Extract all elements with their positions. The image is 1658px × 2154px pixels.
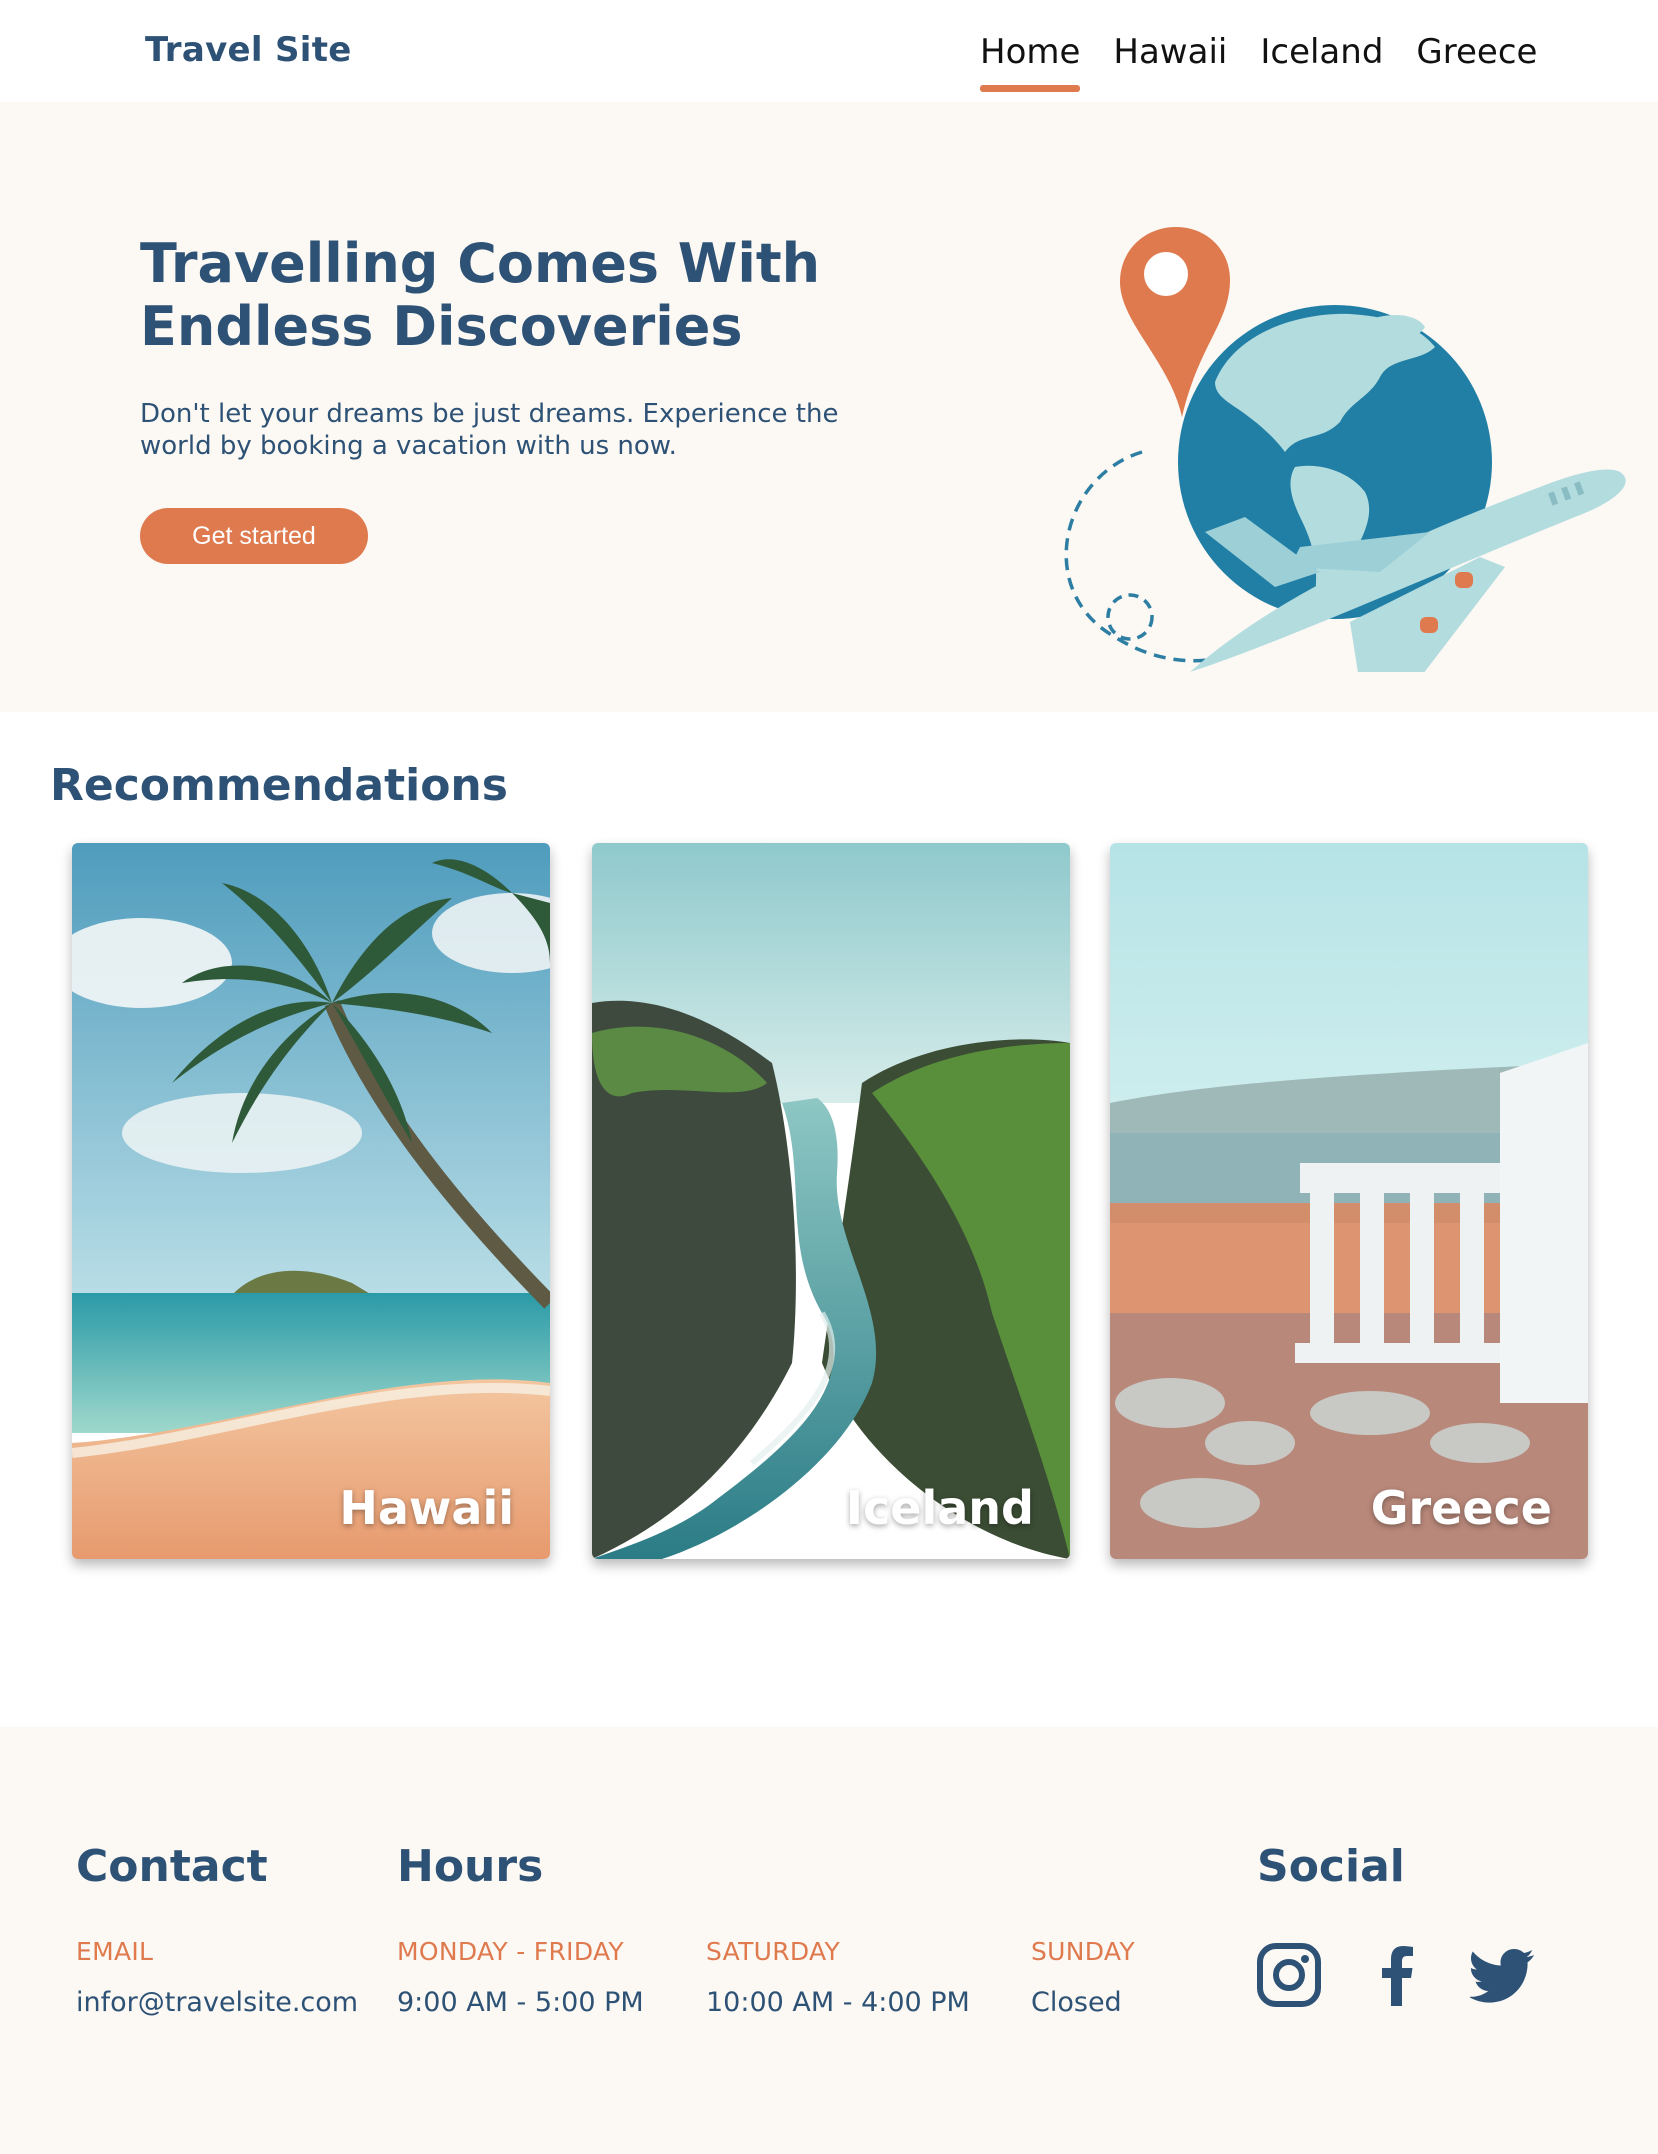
card-hawaii[interactable]: Hawaii [72,843,550,1559]
nav-greece[interactable]: Greece [1416,30,1537,92]
instagram-icon[interactable] [1256,1942,1322,2008]
hawaii-image [72,843,550,1559]
hero-title: Travelling Comes With Endless Discoverie… [140,232,821,358]
facebook-icon[interactable] [1365,1942,1431,2008]
engine-2 [1420,617,1438,633]
iceland-image [592,843,1070,1559]
hours-saturday-label: SATURDAY [706,1937,841,1966]
card-hawaii-label: Hawaii [339,1481,514,1535]
cloud-2 [122,1093,362,1173]
hours-title: Hours [397,1841,544,1892]
card-iceland[interactable]: Iceland [592,843,1070,1559]
recommendations-title: Recommendations [50,760,508,811]
nav-home[interactable]: Home [980,30,1081,92]
card-greece[interactable]: Greece [1110,843,1588,1559]
social-title: Social [1257,1841,1405,1892]
flight-loop [1106,593,1154,641]
twitter-icon[interactable] [1470,1942,1536,2008]
card-iceland-label: Iceland [845,1481,1034,1535]
main-nav: Home Hawaii Iceland Greece [980,30,1570,92]
location-pin-hole [1144,252,1188,296]
hours-sunday-label: SUNDAY [1031,1937,1135,1966]
site-footer: Contact EMAIL infor@travelsite.com Hours… [0,1727,1658,2154]
nav-iceland[interactable]: Iceland [1260,30,1383,92]
hours-weekday-label: MONDAY - FRIDAY [397,1937,624,1966]
site-logo[interactable]: Travel Site [145,30,352,70]
hero-text: Don't let your dreams be just dreams. Ex… [140,399,839,461]
email-link[interactable]: infor@travelsite.com [76,1987,358,2018]
site-header: Travel Site Home Hawaii Iceland Greece [0,0,1658,102]
card-greece-label: Greece [1370,1481,1552,1535]
hero-section: Travelling Comes With Endless Discoverie… [0,102,1658,712]
globe-airplane-illustration [1064,227,1626,672]
engine-1 [1455,572,1473,588]
hours-sunday-value: Closed [1031,1987,1122,2018]
contact-title: Contact [76,1841,268,1892]
nav-hawaii[interactable]: Hawaii [1113,30,1227,92]
email-label: EMAIL [76,1937,154,1966]
hours-weekday-value: 9:00 AM - 5:00 PM [397,1987,644,2018]
greece-image [1110,843,1588,1559]
hours-saturday-value: 10:00 AM - 4:00 PM [706,1987,970,2018]
wall-ruins [1500,1043,1588,1403]
get-started-button[interactable]: Get started [140,508,368,564]
